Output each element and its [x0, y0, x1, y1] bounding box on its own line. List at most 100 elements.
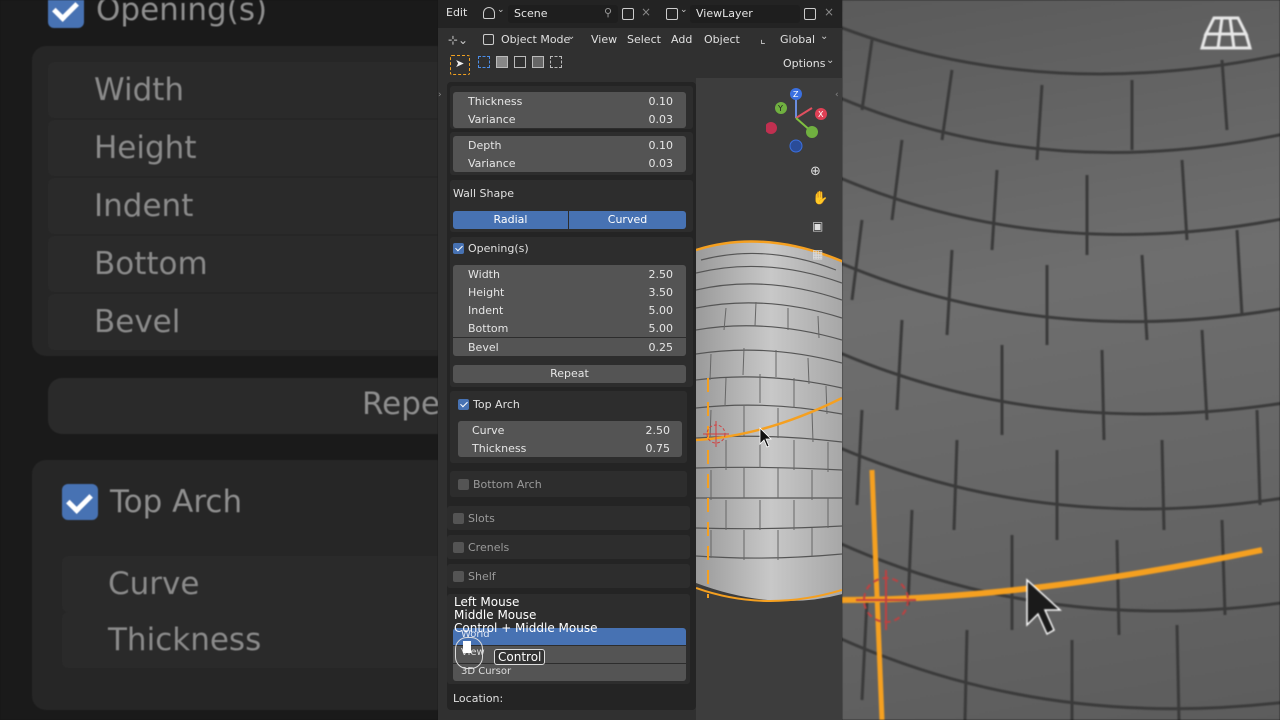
pin-icon[interactable]: ⚲: [604, 6, 612, 19]
mouse-icon: [455, 637, 483, 669]
key-overlay-left-mouse: Left Mouse: [454, 595, 520, 609]
wall-shape-title: Wall Shape: [453, 187, 514, 200]
edit-menu[interactable]: Edit: [446, 6, 467, 19]
field-depth[interactable]: Depth 0.10: [453, 136, 686, 154]
align-3d-cursor[interactable]: 3D Cursor: [453, 664, 686, 681]
copy-icon[interactable]: [804, 8, 816, 20]
field-curve[interactable]: Curve 2.50: [458, 421, 682, 439]
editor-type-icon[interactable]: ⊹⌄: [448, 33, 468, 47]
chevron-down-icon: ⌄: [567, 31, 576, 42]
shelf-label: Shelf: [468, 570, 496, 583]
top-arch-label: Top Arch: [473, 398, 520, 411]
bottom-arch-checkbox[interactable]: [458, 479, 469, 490]
menu-object[interactable]: Object: [704, 33, 740, 46]
bg-row-height: Height: [48, 120, 438, 176]
hand-icon[interactable]: ✋: [812, 191, 828, 206]
field-bottom[interactable]: Bottom 5.00: [453, 319, 686, 337]
cursor-tool-icon[interactable]: ➤: [450, 55, 470, 75]
chevron-down-icon: ⌄: [680, 5, 688, 15]
field-indent[interactable]: Indent 5.00: [453, 301, 686, 319]
close-icon[interactable]: ×: [824, 5, 834, 19]
select-intersect-icon[interactable]: [550, 56, 562, 68]
bg-top-arch-text: Top Arch: [110, 484, 243, 520]
copy-icon[interactable]: [622, 8, 634, 20]
key-overlay-ctrl-middle-mouse: Control + Middle Mouse: [454, 621, 598, 635]
sidebar-toggle[interactable]: ›: [438, 90, 442, 100]
bg-grid-icon: [1200, 16, 1252, 50]
view-layer-icon[interactable]: [666, 8, 678, 20]
slots-checkbox[interactable]: [453, 513, 464, 524]
field-height[interactable]: Height 3.50: [453, 283, 686, 301]
top-arch-checkbox[interactable]: [458, 399, 469, 410]
select-extend-icon[interactable]: [496, 56, 508, 68]
bg-selection-edge: [842, 547, 1263, 603]
viewport-header: ⊹⌄ Object Mode ⌄ View Select Add Object …: [438, 28, 842, 52]
tool-row: ➤ Options ⌄: [438, 52, 842, 78]
scene-name: Scene: [514, 7, 548, 20]
close-icon[interactable]: ×: [641, 5, 651, 19]
axis-gizmo[interactable]: Z X Y: [766, 86, 836, 158]
chevron-down-icon: ⌄: [820, 31, 829, 42]
select-box-icon[interactable]: [478, 56, 490, 68]
location-label: Location:: [453, 692, 504, 705]
select-subtract-icon[interactable]: [514, 56, 526, 68]
orientation-selector[interactable]: Global: [780, 33, 815, 46]
svg-text:Y: Y: [777, 104, 783, 113]
bg-row-thickness: Thickness: [62, 612, 438, 668]
menu-view[interactable]: View: [591, 33, 617, 46]
view-layer-name: ViewLayer: [696, 7, 753, 20]
select-difference-icon[interactable]: [532, 56, 544, 68]
bg-top-arch-checkbox: [62, 484, 98, 520]
bg-openings-text: Opening(s): [96, 0, 268, 28]
blender-window: Edit ⌄ Scene ⚲ × ⌄ ViewLayer × ⊹⌄ Object…: [438, 0, 842, 720]
wall-shape-radial[interactable]: Radial: [453, 211, 568, 229]
chevron-down-icon: ⌄: [497, 5, 505, 15]
view-layer-field[interactable]: ViewLayer: [690, 5, 800, 23]
shelf-checkbox[interactable]: [453, 571, 464, 582]
bg-row-curve: Curve: [62, 556, 438, 612]
repeat-button[interactable]: Repeat: [453, 365, 686, 383]
camera-icon[interactable]: ▣: [812, 219, 823, 233]
bg-dome-render: [842, 16, 1280, 720]
header-toggle[interactable]: ‹: [835, 90, 839, 100]
align-view[interactable]: View: [453, 646, 686, 663]
bottom-arch-label: Bottom Arch: [473, 478, 542, 491]
grid-icon[interactable]: ▦: [812, 247, 823, 261]
bg-openings-checkbox: [48, 0, 84, 28]
mode-selector[interactable]: Object Mode: [501, 33, 570, 46]
crenels-checkbox[interactable]: [453, 542, 464, 553]
key-badge-control: Control: [494, 649, 546, 665]
object-mode-icon: [483, 34, 494, 45]
field-arch-thickness[interactable]: Thickness 0.75: [458, 439, 682, 457]
menu-select[interactable]: Select: [627, 33, 661, 46]
svg-text:Z: Z: [793, 90, 799, 99]
background-right-zoom: [842, 0, 1280, 720]
bg-row-indent: Indent: [48, 178, 438, 234]
chevron-down-icon: ⌄: [826, 55, 835, 66]
3d-viewport[interactable]: Z X Y ⊕ ✋ ▣ ▦: [696, 78, 842, 720]
field-variance-1[interactable]: Variance 0.03: [453, 110, 686, 128]
key-overlay-middle-mouse: Middle Mouse: [454, 608, 537, 622]
openings-label: Opening(s): [468, 242, 529, 255]
openings-checkbox[interactable]: [453, 243, 464, 254]
field-bevel[interactable]: Bevel 0.25: [453, 338, 686, 356]
zoom-icon[interactable]: ⊕: [810, 164, 821, 179]
field-thickness[interactable]: Thickness 0.10: [453, 92, 686, 110]
options-button[interactable]: Options: [783, 57, 825, 70]
scene-field[interactable]: Scene ⚲: [508, 5, 618, 23]
menu-add[interactable]: Add: [671, 33, 692, 46]
background-left-zoom: Opening(s) Width Height Indent Bottom Be…: [0, 0, 438, 720]
bg-row-bevel: Bevel: [48, 294, 438, 350]
bg-row-width: Width: [48, 62, 438, 118]
top-bar: Edit ⌄ Scene ⚲ × ⌄ ViewLayer ×: [438, 0, 842, 28]
slots-label: Slots: [468, 512, 495, 525]
orientation-icon: ⌞: [760, 32, 766, 46]
svg-text:X: X: [818, 110, 824, 119]
scene-icon[interactable]: [483, 7, 495, 19]
bg-repeat-text: Repe: [362, 386, 438, 422]
wall-shape-curved[interactable]: Curved: [569, 211, 686, 229]
bg-row-bottom: Bottom: [48, 236, 438, 292]
field-width[interactable]: Width 2.50: [453, 265, 686, 283]
crenels-label: Crenels: [468, 541, 510, 554]
field-variance-2[interactable]: Variance 0.03: [453, 154, 686, 172]
